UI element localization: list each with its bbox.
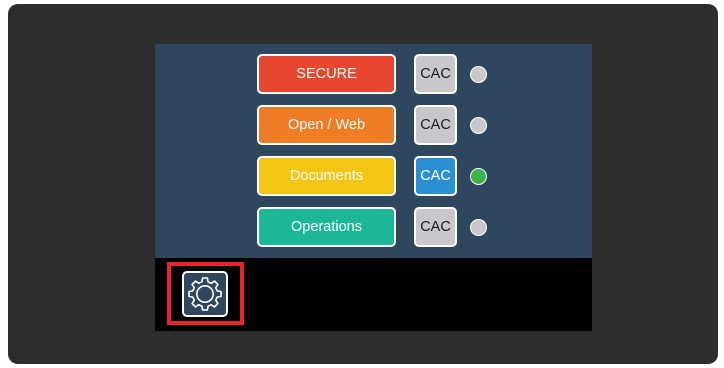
status-indicator-operations bbox=[470, 218, 487, 236]
network-button-secure[interactable]: SECURE bbox=[257, 54, 396, 94]
gear-icon bbox=[188, 277, 222, 311]
network-panel: SECURE CAC Open / Web CAC Documents CAC … bbox=[155, 44, 592, 258]
network-button-open-web[interactable]: Open / Web bbox=[257, 105, 396, 145]
cac-button-documents[interactable]: CAC bbox=[414, 156, 457, 196]
status-indicator-documents bbox=[470, 167, 487, 185]
status-indicator-open-web bbox=[470, 116, 487, 134]
status-indicator-secure bbox=[470, 65, 487, 83]
cac-button-operations[interactable]: CAC bbox=[414, 207, 457, 247]
network-button-operations[interactable]: Operations bbox=[257, 207, 396, 247]
cac-button-secure[interactable]: CAC bbox=[414, 54, 457, 94]
cac-button-open-web[interactable]: CAC bbox=[414, 105, 457, 145]
touch-screen: SECURE CAC Open / Web CAC Documents CAC … bbox=[155, 44, 592, 331]
settings-button[interactable] bbox=[182, 271, 228, 317]
network-button-documents[interactable]: Documents bbox=[257, 156, 396, 196]
